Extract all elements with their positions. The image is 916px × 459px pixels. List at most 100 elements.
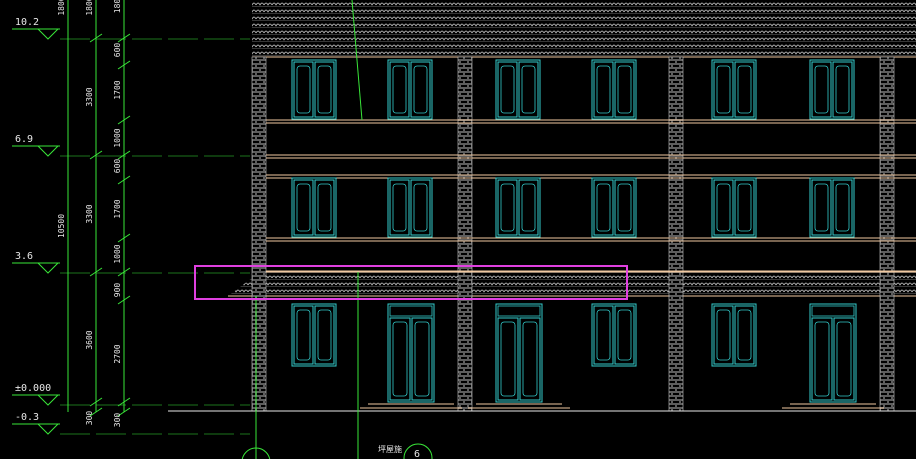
window-frame	[711, 59, 757, 120]
window-frame	[291, 177, 337, 238]
brick-pillar	[668, 56, 684, 412]
window-frame	[809, 177, 855, 238]
level-triangle	[37, 262, 59, 274]
window-frame	[495, 59, 541, 120]
window-panel	[835, 183, 850, 232]
door-transom	[811, 305, 855, 317]
window[interactable]	[591, 177, 637, 238]
window-frame	[495, 177, 541, 238]
dimension-segment: 600	[113, 43, 122, 58]
window-panel	[522, 321, 538, 397]
door[interactable]	[468, 303, 570, 409]
dimension-segment: 1000	[113, 128, 122, 147]
dimension-top-partial: 180	[113, 0, 122, 13]
window-frame	[591, 59, 637, 120]
window[interactable]	[711, 303, 757, 367]
window-panel	[392, 65, 407, 114]
window[interactable]	[387, 59, 433, 120]
level-label: -0.3	[15, 412, 39, 423]
level-triangle	[37, 394, 59, 406]
window[interactable]	[387, 177, 433, 238]
window-panel	[596, 183, 611, 232]
window-frame	[591, 303, 637, 367]
window[interactable]	[291, 177, 337, 238]
window-panel	[617, 309, 632, 361]
window-frame	[387, 59, 433, 120]
window-panel	[500, 65, 515, 114]
door-frame	[387, 303, 435, 403]
window[interactable]	[291, 59, 337, 120]
windows[interactable]	[291, 59, 855, 367]
window-panel	[835, 65, 850, 114]
window-panel	[737, 65, 752, 114]
level-label: 3.6	[15, 251, 33, 262]
brick-pillars	[251, 56, 895, 412]
window-panel	[737, 309, 752, 361]
window-panel	[413, 65, 428, 114]
level-triangle	[37, 145, 59, 157]
dimension-total: 10500	[57, 214, 66, 238]
cad-drawing-canvas[interactable]: 10500 1800 3300 3300 3600 300 1800 600 1700 1000 6…	[0, 0, 916, 459]
window-frame	[591, 177, 637, 238]
building-elevation[interactable]	[168, 0, 916, 412]
window-panel	[716, 309, 731, 361]
level-label: 6.9	[15, 134, 33, 145]
window-panel	[500, 321, 516, 397]
axis-bubble-label: 6	[414, 449, 420, 459]
window-panel	[814, 65, 829, 114]
window-panel	[737, 183, 752, 232]
window[interactable]	[711, 177, 757, 238]
dimension-top-partial: 1800	[57, 0, 66, 16]
brick-pillar	[251, 56, 267, 412]
window-frame	[809, 59, 855, 120]
doors[interactable]	[360, 303, 884, 409]
door-frame	[495, 303, 543, 403]
level-triangle	[37, 28, 59, 40]
door-frame	[809, 303, 857, 403]
window[interactable]	[809, 59, 855, 120]
window[interactable]	[291, 303, 337, 367]
window[interactable]	[809, 177, 855, 238]
window-panel	[317, 65, 332, 114]
dimension-segment: 300	[113, 413, 122, 428]
window-frame	[291, 303, 337, 367]
window-panel	[500, 183, 515, 232]
door[interactable]	[782, 303, 884, 409]
window-panel	[836, 321, 852, 397]
roof-tiles-top	[252, 0, 916, 57]
window-panel	[617, 65, 632, 114]
floor-bands	[266, 119, 916, 273]
dimension-floor-height: 3300	[85, 87, 94, 106]
window[interactable]	[495, 177, 541, 238]
window-panel	[596, 309, 611, 361]
window[interactable]	[591, 303, 637, 367]
dimension-floor-height: 300	[85, 411, 94, 426]
door[interactable]	[360, 303, 462, 409]
window[interactable]	[591, 59, 637, 120]
window-panel	[413, 183, 428, 232]
level-label: ±0.000	[15, 383, 51, 394]
dimension-segment: 1700	[113, 80, 122, 99]
window-panel	[392, 321, 408, 397]
window-panel	[596, 65, 611, 114]
window-panel	[521, 183, 536, 232]
window-frame	[387, 177, 433, 238]
window[interactable]	[495, 59, 541, 120]
window-panel	[392, 183, 407, 232]
canopy-roof-tiles	[228, 272, 916, 296]
window-panel	[296, 183, 311, 232]
window-frame	[711, 303, 757, 367]
window-panel	[716, 183, 731, 232]
annotation-note: 坪屋施	[378, 444, 402, 454]
window-frame	[291, 59, 337, 120]
dimension-floor-height: 3600	[85, 330, 94, 349]
window-panel	[317, 309, 332, 361]
dimension-segment: 1000	[113, 244, 122, 263]
dimension-floor-height: 3300	[85, 204, 94, 223]
dimension-lines: 10500 1800 3300 3300 3600 300 1800 600 1700 1000 6…	[57, 0, 131, 428]
door-transom	[389, 305, 433, 317]
window[interactable]	[711, 59, 757, 120]
window-panel	[317, 183, 332, 232]
level-markers: 10.2 6.9 3.6 ±0.000 -0.3	[12, 17, 250, 435]
window-panel	[814, 321, 830, 397]
